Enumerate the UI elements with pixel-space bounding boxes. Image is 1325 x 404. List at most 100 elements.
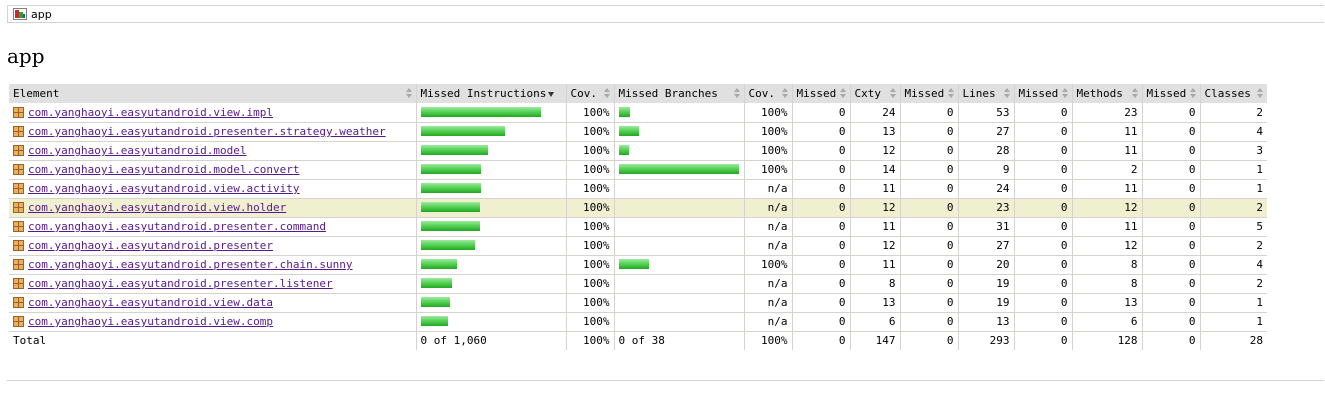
missed-methods: 0 [1013,293,1072,313]
package-link[interactable]: com.yanghaoyi.easyutandroid.presenter [28,239,273,252]
classes: 5 [1199,217,1267,237]
table-row: com.yanghaoyi.easyutandroid.model.conver… [9,160,1267,180]
missed-methods: 0 [1013,255,1072,275]
missed-classes: 0 [1141,198,1200,218]
element-cell: com.yanghaoyi.easyutandroid.presenter [9,236,416,256]
branches-bar-cell [613,160,744,180]
instructions-bar-cell [415,236,566,256]
lines: 19 [957,274,1014,294]
lines: 28 [957,141,1014,161]
branches-coverage: n/a [743,312,792,332]
header-complexity[interactable]: Cxty [849,84,900,103]
missed-complexity: 0 [791,217,850,237]
header-instructions-coverage[interactable]: Cov. [565,84,614,103]
total-missed-lines: 0 [899,331,958,350]
branches-bar-cell [613,103,744,123]
complexity: 8 [849,274,900,294]
instructions-bar-cell [415,217,566,237]
branches-coverage: n/a [743,236,792,256]
sort-icon [1131,88,1139,99]
table-row: com.yanghaoyi.easyutandroid.view.holder 1… [9,198,1267,218]
branches-coverage: 100% [743,255,792,275]
branches-bar-cell [613,293,744,313]
missed-classes: 0 [1141,141,1200,161]
branches-bar-cell [613,255,744,275]
total-missed-complexity: 0 [791,331,850,350]
package-link[interactable]: com.yanghaoyi.easyutandroid.model [28,144,247,157]
branches-bar-cell [613,217,744,237]
missed-classes: 0 [1141,160,1200,180]
header-missed-complexity[interactable]: Missed [791,84,850,103]
package-icon [13,145,24,156]
element-cell: com.yanghaoyi.easyutandroid.presenter.st… [9,122,416,142]
package-link[interactable]: com.yanghaoyi.easyutandroid.view.comp [28,315,273,328]
package-link[interactable]: com.yanghaoyi.easyutandroid.presenter.li… [28,277,333,290]
sort-icon [405,88,413,99]
header-classes[interactable]: Classes [1199,84,1267,103]
package-link[interactable]: com.yanghaoyi.easyutandroid.presenter.ch… [28,258,353,271]
table-row: com.yanghaoyi.easyutandroid.view.comp 100… [9,312,1267,332]
branches-coverage-bar [618,164,739,174]
page-title: app [7,44,45,68]
package-link[interactable]: com.yanghaoyi.easyutandroid.presenter.st… [28,125,386,138]
header-missed-lines[interactable]: Missed [899,84,958,103]
package-icon [13,297,24,308]
report-icon [13,8,27,20]
header-methods[interactable]: Methods [1071,84,1142,103]
table-row: com.yanghaoyi.easyutandroid.presenter.co… [9,217,1267,237]
total-classes: 28 [1199,331,1267,350]
classes: 2 [1199,236,1267,256]
branches-bar-cell [613,179,744,199]
instructions-coverage-bar [420,183,481,193]
instructions-coverage: 100% [565,236,614,256]
methods: 6 [1071,312,1142,332]
branches-bar-cell [613,274,744,294]
package-link[interactable]: com.yanghaoyi.easyutandroid.view.activit… [28,182,300,195]
branches-coverage: n/a [743,217,792,237]
table-header-row: Element Missed Instructions Cov. Missed … [9,84,1267,103]
instructions-coverage: 100% [565,103,614,123]
sort-icon [1003,88,1011,99]
total-row: Total 0 of 1,060 100% 0 of 38 100% 0 147… [9,331,1267,350]
element-cell: com.yanghaoyi.easyutandroid.view.impl [9,103,416,123]
coverage-table: Element Missed Instructions Cov. Missed … [9,84,1267,350]
branches-coverage: 100% [743,122,792,142]
instructions-coverage: 100% [565,255,614,275]
instructions-bar-cell [415,312,566,332]
package-link[interactable]: com.yanghaoyi.easyutandroid.view.holder [28,201,286,214]
methods: 2 [1071,160,1142,180]
breadcrumb-label: app [31,7,52,21]
package-icon [13,316,24,327]
missed-lines: 0 [899,160,958,180]
missed-lines: 0 [899,236,958,256]
header-lines[interactable]: Lines [957,84,1014,103]
header-missed-instructions[interactable]: Missed Instructions [415,84,566,103]
missed-classes: 0 [1141,312,1200,332]
branches-bar-cell [613,141,744,161]
classes: 1 [1199,312,1267,332]
methods: 12 [1071,198,1142,218]
instructions-bar-cell [415,141,566,161]
complexity: 13 [849,293,900,313]
classes: 3 [1199,141,1267,161]
complexity: 24 [849,103,900,123]
header-element[interactable]: Element [9,84,416,103]
instructions-bar-cell [415,198,566,218]
missed-lines: 0 [899,255,958,275]
header-missed-classes[interactable]: Missed [1141,84,1200,103]
package-link[interactable]: com.yanghaoyi.easyutandroid.presenter.co… [28,220,326,233]
missed-complexity: 0 [791,312,850,332]
header-branches-coverage[interactable]: Cov. [743,84,792,103]
lines: 20 [957,255,1014,275]
package-link[interactable]: com.yanghaoyi.easyutandroid.view.data [28,296,273,309]
package-icon [13,183,24,194]
sort-icon [947,88,955,99]
lines: 31 [957,217,1014,237]
instructions-coverage: 100% [565,198,614,218]
package-link[interactable]: com.yanghaoyi.easyutandroid.view.impl [28,106,273,119]
header-missed-methods[interactable]: Missed [1013,84,1072,103]
package-link[interactable]: com.yanghaoyi.easyutandroid.model.conver… [28,163,300,176]
branches-coverage-bar [618,145,629,155]
header-missed-branches[interactable]: Missed Branches [613,84,744,103]
lines: 27 [957,122,1014,142]
